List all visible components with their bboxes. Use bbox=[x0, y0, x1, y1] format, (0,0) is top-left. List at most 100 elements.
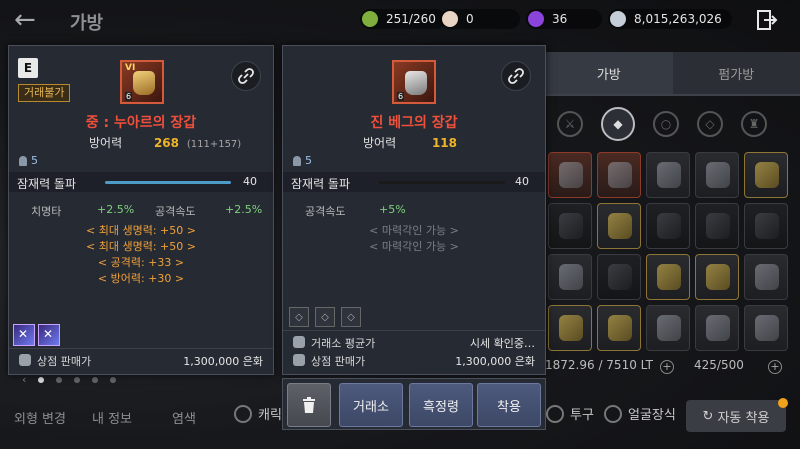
inventory-slot[interactable] bbox=[548, 203, 592, 249]
equipped-item-tooltip: E 거래불가 VI 6 중 : 누아르의 장갑 방어력 268 (111+157… bbox=[8, 45, 274, 375]
divider bbox=[9, 348, 273, 349]
filter-armor-icon[interactable]: ◆ bbox=[601, 107, 635, 141]
dye-button[interactable]: 염색 bbox=[172, 408, 196, 427]
potential-value: 40 bbox=[515, 175, 529, 188]
item-option: < 방어력: +30 > bbox=[97, 272, 185, 285]
inventory-slot[interactable] bbox=[695, 203, 739, 249]
gloves-icon bbox=[405, 71, 427, 95]
page-dot bbox=[110, 376, 117, 383]
filter-crystal-icon[interactable]: ◇ bbox=[697, 111, 723, 137]
inventory-slot[interactable] bbox=[695, 254, 739, 300]
potential-bar-fill bbox=[105, 181, 231, 184]
shop-price-row: 상점 판매가 1,300,000 은화 bbox=[9, 351, 273, 369]
required-level-value: 5 bbox=[31, 154, 38, 167]
diamond-socket-icon[interactable]: ◇ bbox=[315, 307, 335, 327]
checkbox-icon bbox=[546, 404, 564, 423]
inventory-slot[interactable] bbox=[597, 203, 641, 249]
inventory-slot[interactable] bbox=[744, 254, 788, 300]
top-bar: ← 가방 251/260 0 36 8,015,263,026 bbox=[0, 0, 800, 40]
black-spirit-button[interactable]: 흑정령 bbox=[409, 383, 473, 427]
crossed-swords-skill-icon[interactable] bbox=[13, 324, 35, 346]
inventory-slot[interactable] bbox=[597, 152, 641, 198]
tab-bag[interactable]: 가방 bbox=[545, 52, 673, 96]
untradeable-tag: 거래불가 bbox=[18, 84, 71, 102]
equip-button[interactable]: 착용 bbox=[477, 383, 541, 427]
diamond-socket-icon[interactable]: ◇ bbox=[289, 307, 309, 327]
crossed-swords-skill-icon[interactable] bbox=[38, 324, 60, 346]
expand-slots-plus-icon[interactable]: + bbox=[768, 360, 782, 374]
show-helmet-toggle[interactable]: 투구 bbox=[546, 404, 594, 423]
inventory-slot[interactable] bbox=[695, 152, 739, 198]
resource-pearl: 0 bbox=[440, 9, 520, 29]
show-character-toggle[interactable]: 캐릭 bbox=[234, 404, 282, 423]
inventory-slot[interactable] bbox=[548, 305, 592, 351]
inventory-slot[interactable] bbox=[646, 152, 690, 198]
shop-price-label: 상점 판매가 bbox=[311, 355, 366, 368]
shop-price-value: 1,300,000 은화 bbox=[455, 355, 535, 368]
page-dot bbox=[38, 376, 45, 383]
exit-icon[interactable] bbox=[756, 9, 778, 31]
filter-weapon-icon[interactable]: ⚔ bbox=[557, 111, 583, 137]
item-icon-level: 6 bbox=[125, 92, 133, 101]
appearance-change-button[interactable]: 외형 변경 bbox=[14, 408, 66, 427]
link-button[interactable] bbox=[501, 61, 531, 91]
inventory-slot[interactable] bbox=[548, 254, 592, 300]
gloves-icon bbox=[133, 71, 155, 95]
inventory-slot[interactable] bbox=[548, 152, 592, 198]
tab-pet-bag[interactable]: 펌가방 bbox=[672, 52, 800, 96]
trade-market-button[interactable]: 거래소 bbox=[339, 383, 403, 427]
expand-weight-plus-icon[interactable]: + bbox=[660, 360, 674, 374]
item-option: < 최대 생명력: +50 > bbox=[86, 224, 196, 237]
checkbox-icon bbox=[604, 404, 622, 423]
filter-accessory-icon[interactable]: ○ bbox=[653, 111, 679, 137]
market-price-row: 거래소 평균가 시세 확인중… bbox=[283, 333, 545, 351]
energy-value: 251/260 bbox=[386, 12, 436, 26]
money-bag-icon bbox=[19, 354, 31, 366]
inventory-slot[interactable] bbox=[646, 203, 690, 249]
resource-gem: 36 bbox=[526, 9, 602, 29]
diamond-socket-icon[interactable]: ◇ bbox=[341, 307, 361, 327]
filter-potion-icon[interactable]: ♜ bbox=[741, 111, 767, 137]
defense-label: 방어력 bbox=[89, 136, 123, 150]
sub-stat-value: +2.5% bbox=[225, 203, 263, 216]
potential-label: 잠재력 돌파 bbox=[17, 177, 77, 191]
defense-value: 118 bbox=[431, 136, 458, 150]
show-face-accessory-toggle[interactable]: 얼굴장식 bbox=[604, 404, 676, 423]
slot-count: 425/500 bbox=[694, 358, 744, 372]
my-info-button[interactable]: 내 정보 bbox=[92, 408, 132, 427]
steel-gloves-item-icon: 6 bbox=[392, 60, 436, 104]
sub-stat-label: 치명타 bbox=[31, 205, 62, 218]
item-name: 중 : 누아르의 장갑 bbox=[85, 115, 197, 131]
inventory-slot[interactable] bbox=[646, 305, 690, 351]
defense-value: 268 bbox=[153, 136, 180, 150]
inventory-slot[interactable] bbox=[646, 254, 690, 300]
shop-price-row: 상점 판매가 1,300,000 은화 bbox=[283, 351, 545, 369]
potential-label: 잠재력 돌파 bbox=[291, 177, 351, 191]
pet-bag-tab-label: 펌가방 bbox=[718, 67, 755, 83]
sub-stat-value: +5% bbox=[379, 203, 406, 216]
auto-equip-label: 자동 착용 bbox=[717, 410, 770, 426]
link-icon bbox=[508, 68, 524, 84]
inventory-slot[interactable] bbox=[744, 203, 788, 249]
discard-button[interactable] bbox=[287, 383, 331, 427]
required-level-value: 5 bbox=[305, 154, 312, 167]
link-button[interactable] bbox=[231, 61, 261, 91]
sub-stat-label: 공격속도 bbox=[305, 205, 346, 218]
imprint-skills bbox=[13, 324, 60, 346]
resource-silver: 8,015,263,026 bbox=[608, 9, 732, 29]
back-arrow-icon[interactable]: ← bbox=[14, 7, 36, 33]
item-action-bar: 거래소 흑정령 착용 bbox=[282, 378, 546, 430]
notification-badge bbox=[778, 398, 788, 408]
auto-equip-button[interactable]: ↻ 자동 착용 bbox=[686, 400, 786, 432]
inventory-slot[interactable] bbox=[695, 305, 739, 351]
pearl-value: 0 bbox=[466, 12, 474, 26]
inventory-slot[interactable] bbox=[744, 305, 788, 351]
inventory-slot[interactable] bbox=[744, 152, 788, 198]
inventory-grid bbox=[545, 152, 800, 352]
gem-icon bbox=[528, 11, 544, 27]
inventory-slot[interactable] bbox=[597, 305, 641, 351]
defense-breakdown: (111+157) bbox=[186, 139, 242, 150]
gem-value: 36 bbox=[552, 12, 568, 26]
defense-label: 방어력 bbox=[363, 136, 397, 150]
inventory-slot[interactable] bbox=[597, 254, 641, 300]
